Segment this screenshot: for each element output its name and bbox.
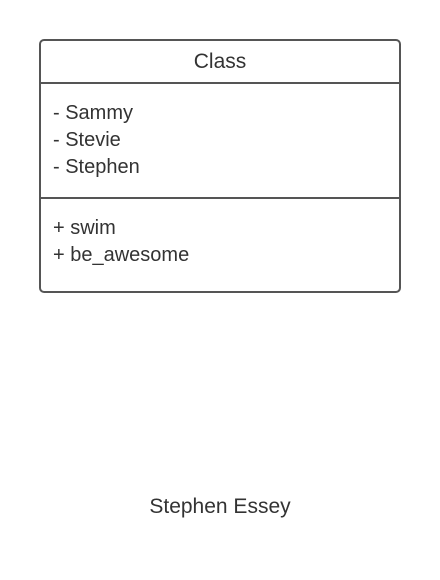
attribute-stephen: - Stephen [53, 156, 140, 178]
method-be-awesome: + be_awesome [53, 244, 190, 266]
methods-section: + swim + be_awesome [41, 199, 399, 269]
class-name: Class [41, 41, 399, 84]
method-swim: + swim [53, 217, 116, 239]
attribute-stevie: - Stevie [53, 129, 121, 151]
attributes-section: - Sammy - Stevie - Stephen [41, 84, 399, 199]
attribute-sammy: - Sammy [53, 102, 133, 124]
uml-class-box[interactable]: Class - Sammy - Stevie - Stephen + swim … [39, 39, 401, 293]
author-label: Stephen Essey [149, 495, 291, 518]
